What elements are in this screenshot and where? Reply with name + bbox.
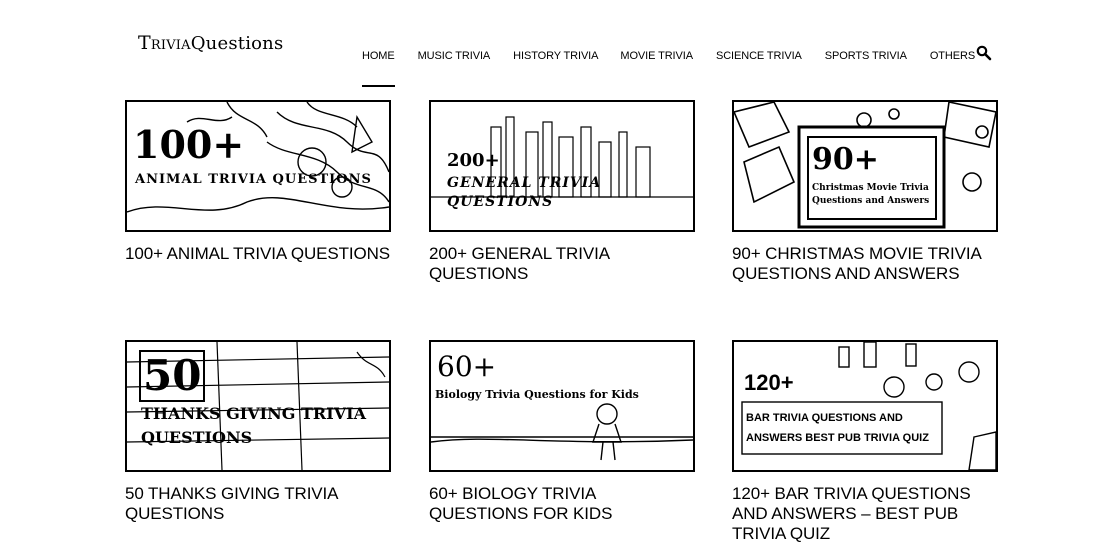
logo-text-trivia: Trivia bbox=[138, 32, 191, 54]
thumbnail-number: 60+ bbox=[437, 350, 497, 383]
main-nav: HOME MUSIC TRIVIA HISTORY TRIVIA MOVIE T… bbox=[362, 40, 975, 87]
post-thumbnail[interactable]: 120+ BAR TRIVIA QUESTIONS AND ANSWERS BE… bbox=[732, 340, 998, 472]
nav-item-movie-trivia[interactable]: MOVIE TRIVIA bbox=[620, 40, 693, 72]
thumbnail-caption: GENERAL TRIVIA QUESTIONS bbox=[447, 175, 602, 210]
post-title[interactable]: 100+ ANIMAL TRIVIA QUESTIONS bbox=[125, 244, 391, 264]
thumbnail-number: 50 bbox=[139, 350, 206, 402]
post-title[interactable]: 50 THANKS GIVING TRIVIA QUESTIONS bbox=[125, 484, 391, 524]
post-card[interactable]: 50 THANKS GIVING TRIVIA QUESTIONS 50 THA… bbox=[125, 340, 391, 524]
nav-item-home[interactable]: HOME bbox=[362, 40, 395, 87]
nav-item-history-trivia[interactable]: HISTORY TRIVIA bbox=[513, 40, 598, 72]
post-title[interactable]: 90+ CHRISTMAS MOVIE TRIVIA QUESTIONS AND… bbox=[732, 244, 998, 284]
post-card[interactable]: 120+ BAR TRIVIA QUESTIONS AND ANSWERS BE… bbox=[732, 340, 998, 544]
post-card[interactable]: 100+ ANIMAL TRIVIA QUESTIONS 100+ ANIMAL… bbox=[125, 100, 391, 264]
post-title[interactable]: 200+ GENERAL TRIVIA QUESTIONS bbox=[429, 244, 695, 284]
post-card[interactable]: 90+ Christmas Movie Trivia Questions and… bbox=[732, 100, 998, 284]
post-thumbnail[interactable]: 50 THANKS GIVING TRIVIA QUESTIONS bbox=[125, 340, 391, 472]
thumbnail-caption: THANKS GIVING TRIVIA QUESTIONS bbox=[141, 404, 366, 447]
nav-item-sports-trivia[interactable]: SPORTS TRIVIA bbox=[825, 40, 907, 72]
post-thumbnail[interactable]: 200+ GENERAL TRIVIA QUESTIONS bbox=[429, 100, 695, 232]
post-thumbnail[interactable]: 90+ Christmas Movie Trivia Questions and… bbox=[732, 100, 998, 232]
post-title[interactable]: 120+ BAR TRIVIA QUESTIONS AND ANSWERS – … bbox=[732, 484, 998, 544]
thumbnail-number: 120+ bbox=[744, 370, 794, 395]
thumbnail-number: 90+ bbox=[812, 142, 879, 177]
nav-item-music-trivia[interactable]: MUSIC TRIVIA bbox=[418, 40, 491, 72]
nav-item-others[interactable]: OTHERS bbox=[930, 40, 975, 72]
thumbnail-number: 100+ bbox=[133, 122, 245, 167]
post-card[interactable]: 200+ GENERAL TRIVIA QUESTIONS 200+ GENER… bbox=[429, 100, 695, 284]
post-thumbnail[interactable]: 100+ ANIMAL TRIVIA QUESTIONS bbox=[125, 100, 391, 232]
search-icon[interactable] bbox=[976, 45, 992, 61]
thumbnail-number: 200+ bbox=[447, 150, 500, 171]
thumbnail-caption: Biology Trivia Questions for Kids bbox=[435, 388, 639, 401]
post-thumbnail[interactable]: 60+ Biology Trivia Questions for Kids bbox=[429, 340, 695, 472]
thumbnail-caption: ANIMAL TRIVIA QUESTIONS bbox=[135, 172, 372, 187]
thumbnail-caption: BAR TRIVIA QUESTIONS AND ANSWERS BEST PU… bbox=[746, 412, 929, 444]
post-title[interactable]: 60+ BIOLOGY TRIVIA QUESTIONS FOR KIDS bbox=[429, 484, 695, 524]
site-logo[interactable]: TriviaQuestions bbox=[138, 32, 283, 54]
nav-item-science-trivia[interactable]: SCIENCE TRIVIA bbox=[716, 40, 802, 72]
logo-text-questions: Questions bbox=[190, 33, 284, 54]
post-card[interactable]: 60+ Biology Trivia Questions for Kids 60… bbox=[429, 340, 695, 524]
thumbnail-caption: Christmas Movie Trivia Questions and Ans… bbox=[812, 183, 930, 206]
